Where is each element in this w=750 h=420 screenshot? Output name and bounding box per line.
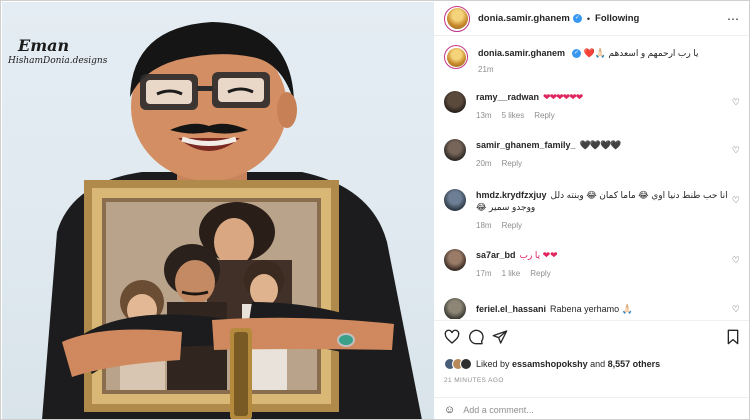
comment-likes[interactable]: 5 likes: [502, 111, 525, 120]
watermark-name: Eman: [18, 36, 70, 55]
comment-username[interactable]: ramy__radwan: [476, 92, 539, 102]
comment-text: يا رب ❤❤: [519, 250, 559, 260]
comment-like-icon[interactable]: ♡: [732, 195, 740, 206]
bookmark-icon[interactable]: [726, 329, 740, 350]
caption-emoji: ❤️🙏🏻: [583, 48, 606, 58]
liker-avatar[interactable]: [460, 358, 472, 370]
heart-outline-icon[interactable]: [444, 329, 460, 345]
comment-like-icon[interactable]: ♡: [732, 255, 740, 266]
comment-time: 20m: [476, 159, 492, 168]
comment-username[interactable]: samir_ghanem_family_: [476, 140, 576, 150]
watermark: Eman HishamDonia.designs: [8, 38, 107, 66]
caption-text: يا رب ارحمهم و اسعدهم: [608, 48, 699, 58]
comment-text: Rabena yerhamo 🙏🏻: [550, 304, 633, 314]
liked-by-joiner: and: [590, 359, 606, 369]
following-button[interactable]: Following: [595, 13, 639, 24]
comment-time: 13m: [476, 111, 492, 120]
comments-list[interactable]: donia.samir.ghanem ✓ ❤️🙏🏻 يا رب ارحمهم و …: [434, 37, 749, 319]
caption: donia.samir.ghanem ✓ ❤️🙏🏻 يا رب ارحمهم و …: [444, 45, 744, 74]
commenter-avatar[interactable]: [444, 139, 466, 161]
comment-like-icon[interactable]: ♡: [732, 304, 740, 315]
post-window: Eman HishamDonia.designs donia.samir.gha…: [0, 0, 750, 420]
verified-badge-icon: ✓: [572, 49, 582, 59]
comment-item: hmdz.krydfzxjuy انا حب طنط دنيا اوي 😂 مام…: [444, 189, 744, 230]
more-dots-icon[interactable]: ⋯: [727, 12, 740, 26]
paper-plane-icon[interactable]: [492, 329, 508, 345]
comment-input[interactable]: [463, 404, 704, 415]
commenter-avatar[interactable]: [444, 249, 466, 271]
comment-like-icon[interactable]: ♡: [732, 145, 740, 156]
reply-button[interactable]: Reply: [534, 111, 554, 120]
comment-text: 🖤🖤🖤🖤: [579, 140, 622, 150]
author-avatar[interactable]: [444, 5, 470, 32]
post-sidebar: donia.samir.ghanem ✓ • Following ⋯ donia…: [434, 2, 749, 419]
comment-item: ramy__radwan ❤❤❤❤❤❤ 13m 5 likes Reply ♡: [444, 91, 744, 120]
post-timestamp: 21 MINUTES AGO: [444, 377, 504, 384]
comment-bubble-icon[interactable]: [468, 329, 484, 345]
post-header: donia.samir.ghanem ✓ • Following ⋯: [434, 2, 749, 36]
smiley-icon[interactable]: ☺: [444, 404, 455, 416]
post-image[interactable]: Eman HishamDonia.designs: [2, 2, 434, 419]
comment-like-icon[interactable]: ♡: [732, 97, 740, 108]
commenter-avatar[interactable]: [444, 298, 466, 319]
likes-summary: Liked by essamshopokshy and 8,557 others: [444, 358, 660, 370]
author-username[interactable]: donia.samir.ghanem: [478, 13, 570, 24]
comment-username[interactable]: sa7ar_bd: [476, 250, 516, 260]
comment-likes[interactable]: 1 like: [502, 269, 521, 278]
separator-dot: •: [586, 13, 591, 24]
verified-badge-icon: ✓: [572, 14, 582, 23]
likes-count[interactable]: 8,557 others: [608, 359, 661, 369]
reply-button[interactable]: Reply: [502, 159, 522, 168]
caption-avatar[interactable]: [444, 45, 468, 69]
action-icons: [444, 329, 508, 345]
comment-time: 18m: [476, 221, 492, 230]
comment-item: sa7ar_bd يا رب ❤❤ 17m 1 like Reply ♡: [444, 249, 744, 278]
comment-username[interactable]: hmdz.krydfzxjuy: [476, 190, 547, 200]
comment-item: feriel.el_hassani Rabena yerhamo 🙏🏻 ♡: [444, 298, 744, 319]
comment-composer: ☺: [434, 397, 749, 419]
liker-username[interactable]: essamshopokshy: [512, 359, 588, 369]
comment-time: 17m: [476, 269, 492, 278]
liked-by-label: Liked by: [476, 359, 510, 369]
caption-username[interactable]: donia.samir.ghanem: [478, 48, 565, 58]
reply-button[interactable]: Reply: [530, 269, 550, 278]
comment-username[interactable]: feriel.el_hassani: [476, 304, 546, 314]
reply-button[interactable]: Reply: [502, 221, 522, 230]
caption-time: 21m: [478, 65, 494, 74]
watermark-credit: HishamDonia.designs: [8, 56, 108, 66]
comment-text: ❤❤❤❤❤❤: [543, 92, 583, 102]
commenter-avatar[interactable]: [444, 189, 466, 211]
comment-item: samir_ghanem_family_ 🖤🖤🖤🖤 20m Reply ♡: [444, 139, 744, 168]
commenter-avatar[interactable]: [444, 91, 466, 113]
post-actions: Liked by essamshopokshy and 8,557 others…: [434, 320, 749, 419]
